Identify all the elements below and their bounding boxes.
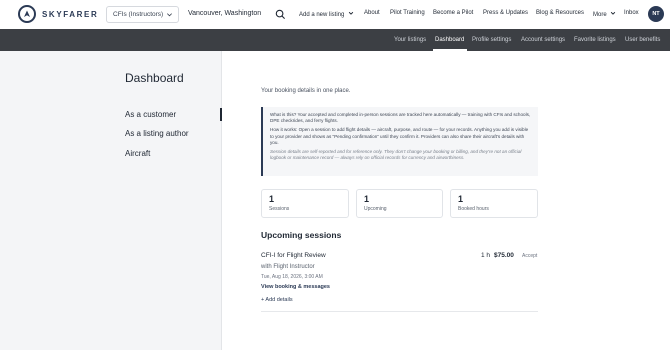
info-callout: What is this? Your accepted and complete…: [261, 107, 538, 176]
info-what: What is this? Your accepted and complete…: [270, 112, 531, 124]
category-select-value: CFIs (Instructors): [113, 11, 164, 18]
dashboard-main: Your booking details in one place. What …: [223, 51, 670, 350]
page-title: Dashboard: [125, 71, 184, 85]
logo-icon: [18, 5, 36, 23]
nav-inbox[interactable]: Inbox: [624, 10, 639, 16]
intro-text: Your booking details in one place.: [261, 88, 351, 94]
location-input[interactable]: Vancouver, Washington: [188, 10, 261, 17]
nav-press-updates[interactable]: Press & Updates: [483, 10, 528, 16]
info-how: How it works: Open a session to add flig…: [270, 127, 529, 145]
info-note: Session details are self-reported and fo…: [270, 149, 522, 161]
sidebar-item-as-listing-author[interactable]: As a listing author: [125, 129, 189, 138]
session-status: Accept: [522, 253, 538, 259]
session-datetime: Tue, Aug 18, 2026, 3:00 AM: [261, 274, 323, 280]
sidebar-active-indicator: [220, 108, 222, 121]
more-menu[interactable]: More: [593, 10, 616, 18]
sidebar-item-as-customer[interactable]: As a customer: [125, 110, 176, 119]
nav-pilot-training[interactable]: Pilot Training: [390, 10, 425, 16]
tab-profile-settings[interactable]: Profile settings: [472, 37, 511, 43]
session-price: $75.00: [494, 252, 514, 259]
stat-label: Sessions: [269, 206, 290, 212]
brand-logo[interactable]: SKYFARER: [18, 5, 98, 23]
divider: [261, 311, 538, 312]
tab-your-listings[interactable]: Your listings: [394, 37, 426, 43]
stat-card-upcoming: 1 Upcoming: [356, 189, 443, 218]
avatar[interactable]: NT: [648, 6, 664, 22]
brand-name: SKYFARER: [42, 9, 99, 19]
tab-dashboard[interactable]: Dashboard: [435, 37, 464, 43]
stat-label: Upcoming: [364, 206, 387, 212]
session-title[interactable]: CFI-I for Flight Review: [261, 252, 326, 259]
tab-account-settings[interactable]: Account settings: [521, 37, 565, 43]
category-select[interactable]: CFIs (Instructors): [106, 6, 179, 23]
add-listing-label: Add a new listing: [299, 12, 345, 18]
stat-card-booked-hours: 1 Booked hours: [450, 189, 538, 218]
chevron-down-icon: [167, 13, 172, 17]
stat-value: 1: [364, 194, 370, 204]
stat-card-sessions: 1 Sessions: [261, 189, 349, 218]
chevron-down-icon: [348, 11, 354, 15]
add-details-link[interactable]: + Add details: [261, 297, 293, 303]
add-listing-menu[interactable]: Add a new listing: [299, 10, 354, 18]
tab-favorite-listings[interactable]: Favorite listings: [574, 37, 616, 43]
account-subnav: Your listings Dashboard Profile settings…: [0, 29, 670, 51]
nav-about[interactable]: About: [364, 10, 380, 16]
top-navigation-bar: SKYFARER CFIs (Instructors) Vancouver, W…: [0, 0, 670, 29]
stat-label: Booked hours: [458, 206, 489, 212]
chevron-down-icon: [611, 11, 616, 15]
stat-value: 1: [458, 194, 464, 204]
more-label: More: [593, 12, 607, 18]
view-booking-link[interactable]: View booking & messages: [261, 284, 330, 290]
session-provider: with Flight Instructor: [261, 264, 315, 270]
nav-blog-resources[interactable]: Blog & Resources: [536, 10, 584, 16]
tab-user-benefits[interactable]: User benefits: [625, 37, 660, 43]
session-duration: 1 h: [481, 252, 491, 259]
upcoming-sessions-heading: Upcoming sessions: [261, 230, 342, 240]
search-icon[interactable]: [275, 7, 286, 25]
sidebar-item-aircraft[interactable]: Aircraft: [125, 149, 150, 158]
dashboard-sidebar: Dashboard As a customer As a listing aut…: [0, 51, 222, 350]
stat-value: 1: [269, 194, 275, 204]
nav-become-pilot[interactable]: Become a Pilot: [433, 10, 473, 16]
